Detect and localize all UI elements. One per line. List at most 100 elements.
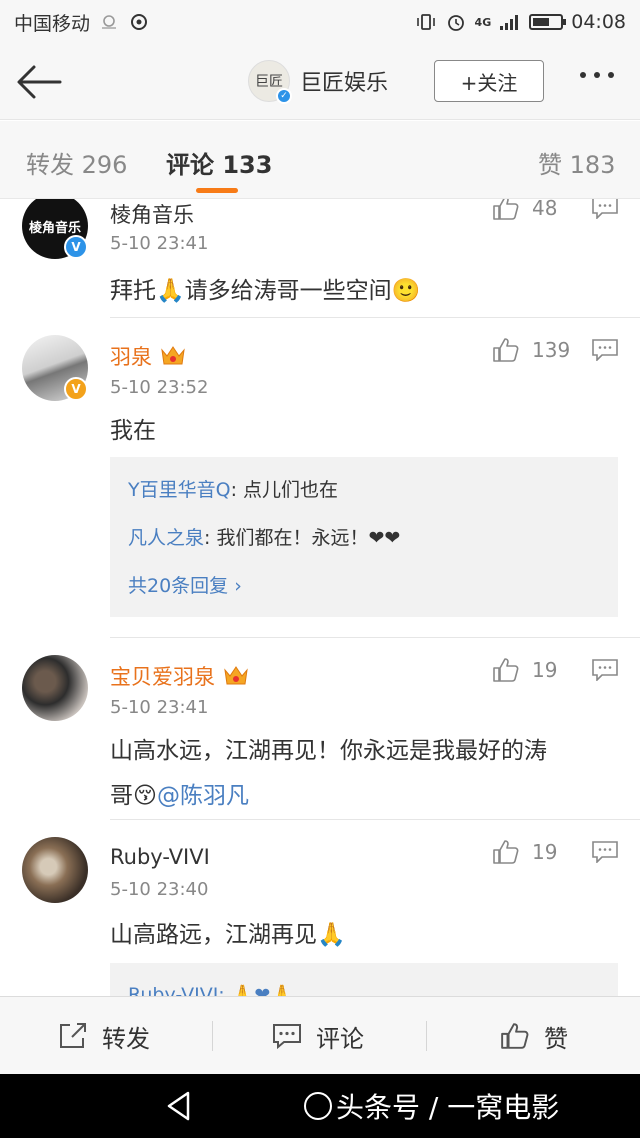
reply-author[interactable]: 凡人之泉 [128,527,204,549]
commenter-name[interactable]: 宝贝爱羽泉 [110,661,249,691]
verified-badge-icon: V [64,235,88,259]
comment-divider [110,819,640,820]
account-name[interactable]: 巨匠娱乐 [300,65,388,97]
alarm-icon [447,15,464,31]
back-arrow-icon[interactable] [14,62,64,102]
like-button[interactable]: 48 [492,199,557,221]
tab-reposts[interactable]: 转发 296 [26,145,127,180]
reply-item[interactable]: 凡人之泉: 我们都在！永远！❤❤ [128,523,400,550]
commenter-name-text[interactable]: 棱角音乐 [110,199,194,229]
tab-likes[interactable]: 赞 183 [538,145,615,180]
thumbs-up-icon [493,338,519,362]
more-options-icon[interactable] [580,72,614,78]
reply-item[interactable]: Ruby-VIVI: 🙏❤🙏 [128,983,294,996]
header: 巨匠 ✓ 巨匠娱乐 +关注 [0,44,640,120]
verified-badge-icon: ✓ [276,88,292,104]
like-label: 赞 [544,1024,568,1053]
comment-text-part: 哥😚 [110,783,157,809]
more-replies-link[interactable]: 共20条回复 › [128,571,242,598]
status-right: 4G 04:08 [415,11,626,33]
comment-time: 5-10 23:40 [110,879,209,900]
reply-text: : 点儿们也在 [230,479,339,501]
like-button[interactable]: 19 [492,839,557,865]
mention-link[interactable]: @陈羽凡 [157,783,249,809]
reply-icon[interactable] [592,339,618,361]
commenter-name-text[interactable]: Ruby-VIVI [110,845,210,869]
like-action-button[interactable]: 赞 [500,997,568,1075]
comment-text: 我在 [110,418,156,444]
like-count: 48 [532,199,558,220]
reply-author[interactable]: Y百里华音Q [128,479,231,501]
like-button[interactable]: 19 [492,657,557,683]
status-bar: 中国移动 4G 04:08 [0,0,640,44]
repost-label: 转发 [102,1024,150,1053]
comment-divider [110,637,640,638]
account-info[interactable]: 巨匠 ✓ 巨匠娱乐 [248,60,388,104]
commenter-name-text[interactable]: 羽泉 [110,341,152,371]
commenter-name[interactable]: 棱角音乐 [110,199,194,229]
replies-box[interactable]: Y百里华音Q: 点儿们也在 凡人之泉: 我们都在！永远！❤❤ 共20条回复 › [110,457,618,617]
clock: 04:08 [571,11,626,33]
thumbs-up-icon [493,658,519,682]
action-divider [212,1021,213,1051]
comment-button[interactable]: 评论 [272,997,364,1075]
comment-time: 5-10 23:52 [110,377,209,398]
watermark: 头条号 / 一窝电影 [304,1086,559,1126]
vip-crown-icon [224,666,248,685]
signal-icon [500,15,519,30]
comment-time: 5-10 23:41 [110,697,209,718]
comment-text: 山高水远，江湖再见！你永远是我最好的涛 哥😚@陈羽凡 [110,729,620,819]
tab-bar: 转发 296 评论 133 赞 183 [0,121,640,199]
battery-icon [529,14,567,30]
comment-text: 拜托🙏请多给涛哥一些空间🙂 [110,278,421,304]
account-avatar-logo: 巨匠 [255,74,283,90]
action-bar: 转发 评论 赞 [0,996,640,1074]
commenter-avatar[interactable] [22,837,88,903]
like-count: 139 [532,338,571,362]
reply-item[interactable]: Y百里华音Q: 点儿们也在 [128,475,338,502]
vibrate-icon [416,14,435,30]
reply-icon[interactable] [592,199,618,219]
vip-crown-icon [161,346,185,365]
thumbs-up-icon [493,199,519,220]
watermark-text: 头条号 / 一窝电影 [336,1091,560,1124]
comment-text: 山高路远，江湖再见🙏 [110,922,346,948]
comment-time: 5-10 23:41 [110,233,209,254]
carrier-label: 中国移动 [14,12,91,35]
commenter-name[interactable]: 羽泉 [110,341,186,371]
commenter-name-text[interactable]: 宝贝爱羽泉 [110,661,215,691]
avatar-logo-text: 棱角音乐 [28,220,81,236]
system-nav-bar: 头条号 / 一窝电影 [0,1074,640,1138]
comment-icon [273,1024,301,1049]
like-button[interactable]: 139 [492,337,570,363]
repost-button[interactable]: 转发 [58,997,150,1075]
network-type: 4G [474,15,492,29]
action-divider [426,1021,427,1051]
comment-label: 评论 [316,1024,364,1053]
comment-text-line: 山高水远，江湖再见！你永远是我最好的涛 [110,738,547,764]
like-count: 19 [532,658,558,682]
status-left: 中国移动 [14,9,150,36]
reply-icon[interactable] [592,659,618,681]
nav-back-icon[interactable] [164,1090,194,1122]
account-avatar[interactable]: 巨匠 ✓ [248,60,292,104]
comment-text-line: 哥😚@陈羽凡 [110,774,620,819]
commenter-name[interactable]: Ruby-VIVI [110,845,210,869]
comment-divider [110,317,640,318]
follow-button[interactable]: +关注 [434,60,544,102]
tab-comments[interactable]: 评论 133 [166,145,272,180]
verified-badge-icon: V [64,377,88,401]
thumbs-up-icon [501,1023,529,1049]
reply-icon[interactable] [592,841,618,863]
battery-fill [533,18,549,26]
like-count: 19 [532,840,558,864]
repost-icon [60,1023,86,1048]
sync-icon [131,14,148,30]
replies-box[interactable]: Ruby-VIVI: 🙏❤🙏 [110,963,618,996]
commenter-avatar[interactable] [22,655,88,721]
watermark-circle-icon [304,1092,332,1120]
comment-list[interactable]: 棱角音乐 V 棱角音乐 5-10 23:41 拜托🙏请多给涛哥一些空间🙂 48 … [0,199,640,996]
weather-icon [102,15,117,29]
reply-text: : 我们都在！永远！❤❤ [204,527,401,549]
active-tab-indicator [196,188,238,193]
